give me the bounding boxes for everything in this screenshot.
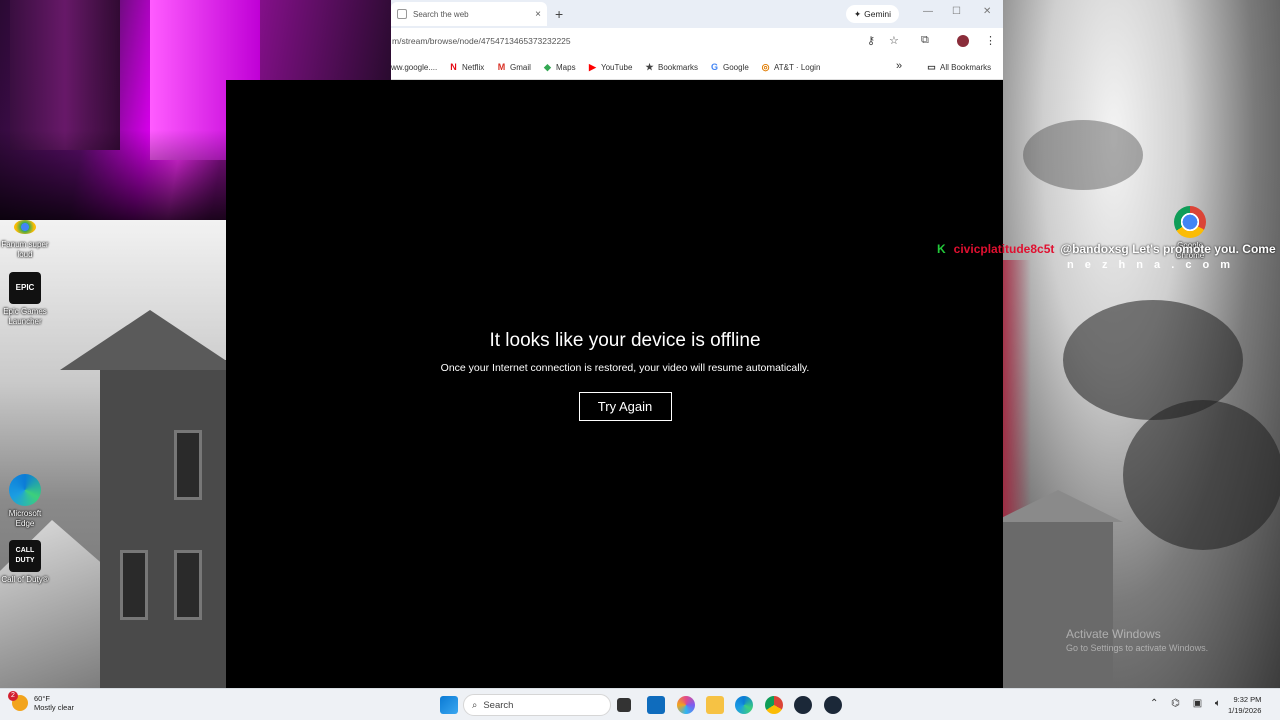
network-icon[interactable]: ⌬ — [1171, 698, 1180, 709]
url-text[interactable]: m/stream/browse/node/475471346537323222​… — [392, 36, 571, 46]
call-of-duty-icon: CALL DUTY — [9, 540, 41, 572]
display-icon[interactable]: ▣ — [1193, 698, 1202, 709]
chrome-shortcut-icon — [14, 220, 36, 234]
bookmark-att-login[interactable]: ◎ AT&T · Login — [761, 62, 821, 73]
offline-heading: It looks like your device is offline — [489, 330, 761, 351]
close-window-button[interactable]: ✕ — [983, 6, 991, 17]
new-tab-button[interactable]: + — [555, 6, 563, 22]
sparkle-icon: ✦ — [854, 8, 862, 19]
password-key-icon[interactable]: ⚷ — [867, 34, 875, 47]
browser-tab[interactable]: Search the web × — [391, 2, 547, 26]
weather-widget[interactable]: 2 60°F Mostly clear — [8, 691, 75, 712]
outlook-icon[interactable] — [647, 696, 665, 714]
offline-message: It looks like your device is offline Onc… — [226, 330, 1024, 421]
desktop-icon-call-of-duty[interactable]: CALL DUTY Call of Duty® — [0, 540, 50, 585]
bookmark-maps[interactable]: ◆ Maps — [543, 62, 576, 73]
bookmark-netflix[interactable]: N Netflix — [449, 62, 484, 73]
system-tray[interactable]: ⌃ ⌬ ▣ 🔈︎ — [1150, 698, 1221, 709]
search-icon: ⌕ — [472, 699, 478, 711]
youtube-icon: ▶ — [589, 62, 596, 72]
att-icon: ◎ — [761, 62, 770, 72]
tab-bar: Search the web × + ✦ Gemini — ☐ ✕ — [391, 0, 1003, 28]
kick-icon: K — [937, 242, 946, 256]
weather-desc: Mostly clear — [34, 703, 75, 712]
epic-games-icon: EPIC — [9, 272, 41, 304]
volume-icon[interactable]: 🔈︎ — [1215, 698, 1221, 709]
bookmarks-bar: ww.google.... N Netflix M Gmail ◆ Maps ▶ You… — [391, 54, 1003, 80]
all-bookmarks-button[interactable]: ▭ All Bookmarks — [927, 62, 991, 73]
activate-windows-watermark: Activate Windows Go to Settings to activ… — [1066, 627, 1209, 653]
folder-icon: ▭ — [927, 62, 936, 72]
chat-message-link: n e z h n a . c o m — [1067, 259, 1235, 271]
task-view-icon[interactable] — [617, 698, 631, 712]
wallpaper-pavilion — [1003, 490, 1123, 688]
bookmark-gmail[interactable]: M Gmail — [497, 62, 531, 73]
menu-dots-icon[interactable]: ⋮ — [985, 34, 996, 47]
minimize-button[interactable]: — — [923, 6, 933, 17]
gemini-button[interactable]: ✦ Gemini — [846, 5, 900, 23]
profile-avatar[interactable] — [957, 35, 969, 47]
file-explorer-icon[interactable] — [706, 696, 724, 714]
taskbar-search[interactable]: ⌕ Search — [463, 694, 611, 716]
taskbar: 2 60°F Mostly clear ⌕ Search ⌃ ⌬ ▣ 🔈︎ 9:… — [0, 688, 1280, 720]
maps-icon: ◆ — [544, 62, 551, 72]
tab-title: Search the web — [413, 9, 469, 19]
bookmark-star-icon[interactable]: ☆ — [889, 34, 899, 47]
chrome-icon[interactable] — [765, 696, 783, 714]
chrome-icon — [1174, 206, 1206, 238]
steam-icon[interactable] — [794, 696, 812, 714]
steam-icon-2[interactable] — [824, 696, 842, 714]
chat-username: civicplatitude8c5t — [953, 242, 1055, 256]
edge-icon[interactable] — [735, 696, 753, 714]
chat-overlay: Kcivicplatitude8c5t @bandoxsg Let's promo… — [937, 242, 1280, 271]
weather-icon: 2 — [8, 691, 28, 711]
google-icon: G — [710, 62, 718, 72]
desktop-wallpaper-right — [1003, 0, 1280, 688]
chevron-up-icon[interactable]: ⌃ — [1150, 698, 1158, 709]
weather-temp: 60°F — [34, 694, 50, 703]
edge-icon — [9, 474, 41, 506]
start-windows-icon[interactable] — [440, 696, 458, 714]
gmail-icon: M — [497, 62, 506, 72]
bookmark-google[interactable]: G Google — [710, 62, 749, 73]
copilot-icon[interactable] — [677, 696, 695, 714]
wallpaper-house — [60, 310, 226, 688]
bookmark-bookmarks[interactable]: ★ Bookmarks — [645, 62, 698, 73]
browser-window: Search the web × + ✦ Gemini — ☐ ✕ m/stre… — [391, 0, 1003, 80]
offline-description: Once your Internet connection is restore… — [440, 362, 810, 374]
desktop-icon-fanum[interactable]: Fanum super loud — [0, 220, 50, 260]
desktop-icon-epic-games[interactable]: EPIC Epic Games Launcher — [0, 272, 50, 327]
bookmark-google-search[interactable]: ww.google.... — [391, 63, 437, 72]
star-icon: ★ — [645, 62, 654, 72]
bookmarks-overflow-button[interactable]: » — [896, 60, 902, 72]
try-again-button[interactable]: Try Again — [578, 392, 672, 421]
tab-search-icon[interactable]: ⧉ — [921, 34, 929, 47]
desktop-icon-edge[interactable]: Microsoft Edge — [0, 474, 50, 529]
address-bar[interactable]: m/stream/browse/node/475471346537323222​… — [391, 28, 1003, 54]
search-icon — [397, 9, 407, 19]
chat-message: @bandoxsg Let's promote you. Come — [1060, 242, 1276, 256]
bookmark-youtube[interactable]: ▶ YouTube — [588, 62, 632, 73]
netflix-icon: N — [450, 62, 457, 72]
tab-close-icon[interactable]: × — [535, 9, 541, 20]
maximize-button[interactable]: ☐ — [952, 6, 961, 17]
taskbar-clock[interactable]: 9:32 PM 1/19/2026 — [1228, 694, 1261, 716]
notification-badge: 2 — [8, 691, 18, 701]
